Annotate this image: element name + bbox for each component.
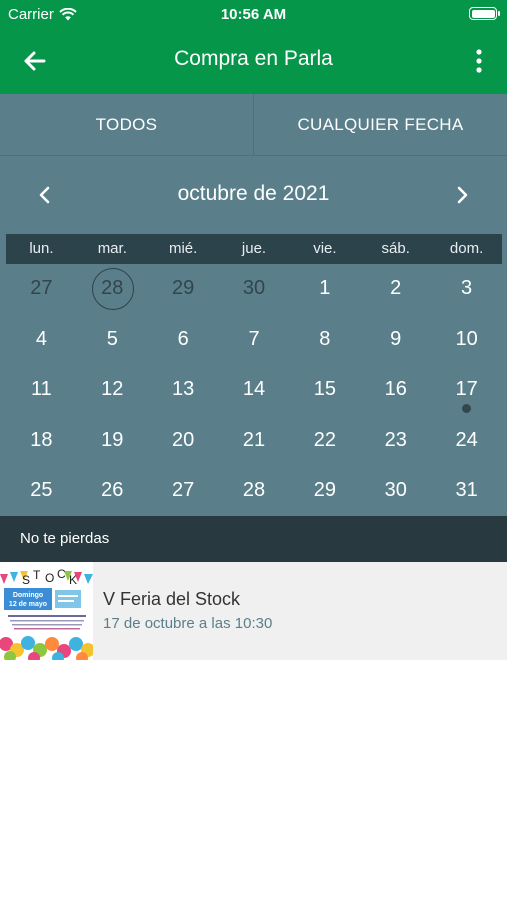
weekday-label: mié. [168, 240, 198, 257]
status-bar: Carrier 10:56 AM [0, 0, 507, 28]
event-thumbnail: S T O C K Domingo 12 de mayo [0, 562, 93, 660]
calendar-day[interactable]: 29 [289, 466, 360, 517]
svg-text:C: C [57, 567, 66, 581]
weekday-label: sáb. [381, 240, 410, 257]
calendar-day[interactable]: 2 [360, 264, 431, 315]
calendar-day[interactable]: 19 [77, 416, 148, 467]
calendar-day[interactable]: 13 [148, 365, 219, 416]
calendar-day[interactable]: 27 [148, 466, 219, 517]
svg-text:O: O [45, 571, 54, 585]
more-vertical-icon[interactable] [467, 44, 491, 78]
calendar-grid: 27 28 29 30 1 2 3 4 5 6 7 8 9 10 11 12 1… [6, 264, 502, 517]
calendar-day[interactable]: 15 [289, 365, 360, 416]
day-number: 28 [101, 277, 124, 299]
calendar-day[interactable]: 24 [431, 416, 502, 467]
event-title: V Feria del Stock [103, 589, 241, 609]
calendar-day[interactable]: 3 [431, 264, 502, 315]
weekday-label: mar. [97, 240, 127, 257]
calendar-day[interactable]: 4 [6, 315, 77, 366]
calendar-day[interactable]: 12 [77, 365, 148, 416]
chevron-right-icon[interactable] [449, 182, 475, 208]
calendar-week: 4 5 6 7 8 9 10 [6, 315, 502, 366]
event-dot-icon [462, 404, 472, 413]
calendar: octubre de 2021 lun. mar. mié. jue. vie.… [0, 156, 507, 516]
calendar-day[interactable]: 22 [289, 416, 360, 467]
weekday-label: lun. [29, 240, 54, 257]
svg-text:12 de mayo: 12 de mayo [9, 601, 47, 608]
calendar-week: 25 26 27 28 29 30 31 [6, 466, 502, 517]
category-filter-button[interactable]: TODOS [0, 94, 253, 155]
calendar-day[interactable]: 1 [289, 264, 360, 315]
calendar-day[interactable]: 30 [360, 466, 431, 517]
page-title: Compra en Parla [174, 47, 333, 70]
calendar-day[interactable]: 26 [77, 466, 148, 517]
weekday-label: jue. [241, 240, 267, 257]
event-date: 17 de octubre a las 10:30 [103, 615, 273, 632]
weekday-label: dom. [449, 240, 484, 257]
calendar-header: octubre de 2021 [0, 156, 507, 234]
clock: 10:56 AM [220, 6, 287, 23]
calendar-week: 18 19 20 21 22 23 24 [6, 416, 502, 467]
calendar-day[interactable]: 16 [360, 365, 431, 416]
svg-text:K: K [69, 573, 77, 587]
calendar-week: 27 28 29 30 1 2 3 [6, 264, 502, 315]
section-header: No te pierdas [0, 516, 507, 562]
filter-bar: TODOS CUALQUIER FECHA [0, 94, 507, 156]
calendar-day[interactable]: 10 [431, 315, 502, 366]
calendar-day[interactable]: 11 [6, 365, 77, 416]
calendar-day[interactable]: 7 [219, 315, 290, 366]
month-label: octubre de 2021 [177, 182, 330, 205]
calendar-day[interactable]: 6 [148, 315, 219, 366]
weekday-header: lun. mar. mié. jue. vie. sáb. dom. [6, 234, 502, 264]
calendar-day[interactable]: 27 [6, 264, 77, 315]
calendar-day[interactable]: 21 [219, 416, 290, 467]
calendar-day[interactable]: 25 [6, 466, 77, 517]
day-number: 17 [455, 378, 478, 400]
calendar-day[interactable]: 20 [148, 416, 219, 467]
event-list-item[interactable]: S T O C K Domingo 12 de mayo V Feria del… [0, 562, 507, 660]
weekday-label: vie. [313, 240, 337, 257]
calendar-day[interactable]: 18 [6, 416, 77, 467]
calendar-day[interactable]: 28 [219, 466, 290, 517]
calendar-day[interactable]: 8 [289, 315, 360, 366]
event-poster-image: S T O C K Domingo 12 de mayo [0, 562, 93, 660]
nav-bar: Compra en Parla [0, 28, 507, 94]
svg-text:S: S [22, 573, 30, 587]
battery-icon [469, 7, 500, 20]
svg-text:Domingo: Domingo [13, 592, 43, 599]
calendar-day[interactable]: 23 [360, 416, 431, 467]
calendar-day[interactable]: 5 [77, 315, 148, 366]
svg-text:T: T [33, 568, 41, 582]
calendar-day[interactable]: 31 [431, 466, 502, 517]
calendar-week: 11 12 13 14 15 16 17 [6, 365, 502, 416]
calendar-day[interactable]: 29 [148, 264, 219, 315]
calendar-day[interactable]: 30 [219, 264, 290, 315]
calendar-day-with-event[interactable]: 17 [431, 365, 502, 416]
calendar-day-today[interactable]: 28 [77, 264, 148, 315]
date-filter-button[interactable]: CUALQUIER FECHA [254, 94, 507, 155]
calendar-day[interactable]: 14 [219, 365, 290, 416]
calendar-day[interactable]: 9 [360, 315, 431, 366]
